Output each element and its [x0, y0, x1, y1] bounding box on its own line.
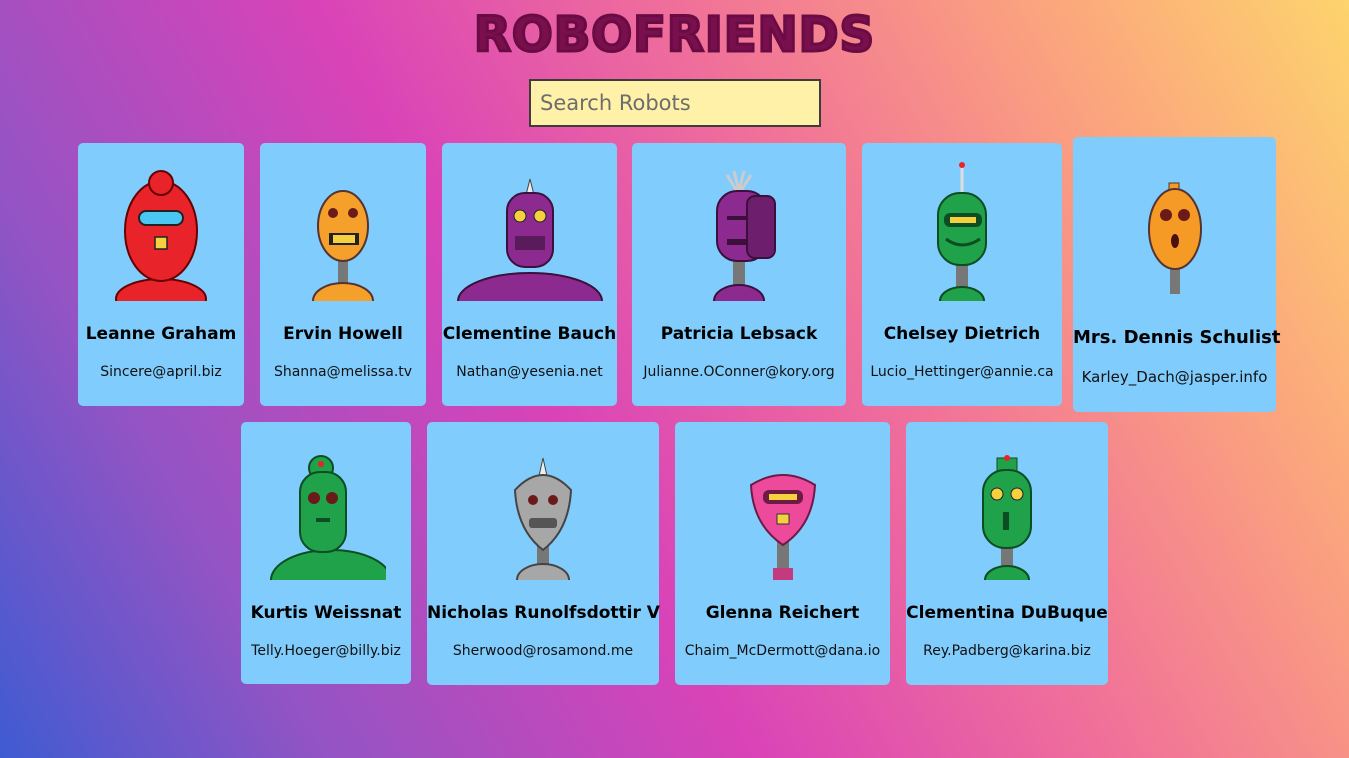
robot-body	[115, 278, 207, 301]
robot-card[interactable]: Nicholas Runolfsdottir V Sherwood@rosamo…	[427, 422, 660, 685]
robot-name: Kurtis Weissnat	[250, 603, 402, 623]
robot-card[interactable]: Kurtis Weissnat Telly.Hoeger@billy.biz	[241, 422, 411, 684]
robot-avatar-icon	[270, 455, 386, 580]
robot-email: Rey.Padberg@karina.biz	[923, 643, 1091, 659]
robot-name: Clementine Bauch	[442, 324, 617, 344]
robot-email: Sincere@april.biz	[100, 364, 222, 380]
robot-card[interactable]: Chelsey Dietrich Lucio_Hettinger@annie.c…	[862, 143, 1062, 406]
robot-card[interactable]: Clementina DuBuque Rey.Padberg@karina.bi…	[906, 422, 1108, 685]
robot-avatar-icon	[312, 190, 374, 301]
robot-avatar-icon	[713, 170, 776, 301]
robot-card[interactable]: Leanne Graham Sincere@april.biz	[78, 143, 244, 406]
robot-name: Patricia Lebsack	[660, 324, 818, 344]
robot-avatar-icon	[749, 474, 816, 580]
robot-name: Mrs. Dennis Schulist	[1073, 327, 1281, 348]
robot-name: Glenna Reichert	[705, 603, 860, 623]
robot-email: Lucio_Hettinger@annie.ca	[870, 364, 1054, 380]
robot-email: Telly.Hoeger@billy.biz	[251, 643, 401, 659]
robot-email: Nathan@yesenia.net	[456, 364, 603, 380]
robot-name: Ervin Howell	[283, 324, 403, 344]
robot-email: Chaim_McDermott@dana.io	[684, 643, 881, 659]
robot-name: Clementina DuBuque	[906, 603, 1108, 623]
robot-card[interactable]: Clementine Bauch Nathan@yesenia.net	[442, 143, 617, 406]
search-input[interactable]: Search Robots	[529, 79, 821, 127]
robot-avatar-icon	[937, 162, 987, 301]
robot-card[interactable]: Ervin Howell Shanna@melissa.tv	[260, 143, 426, 406]
robot-card[interactable]: Glenna Reichert Chaim_McDermott@dana.io	[675, 422, 890, 685]
robot-email: Karley_Dach@jasper.info	[1081, 368, 1268, 386]
robot-avatar-icon	[513, 457, 573, 580]
robot-email: Shanna@melissa.tv	[273, 364, 413, 380]
robot-name: Nicholas Runolfsdottir V	[427, 603, 660, 623]
robot-name: Leanne Graham	[85, 324, 237, 344]
page-title: ROBOFRIENDS	[472, 6, 876, 65]
robot-avatar-icon	[1147, 182, 1202, 294]
robot-avatar-icon	[456, 178, 603, 301]
robot-email: Sherwood@rosamond.me	[452, 643, 634, 659]
robot-email: Julianne.OConner@kory.org	[643, 364, 835, 380]
robot-card[interactable]: Mrs. Dennis Schulist Karley_Dach@jasper.…	[1073, 137, 1281, 412]
robot-name: Chelsey Dietrich	[883, 324, 1041, 344]
robot-card[interactable]: Patricia Lebsack Julianne.OConner@kory.o…	[632, 143, 846, 406]
robot-avatar-icon	[115, 170, 207, 301]
robot-avatar-icon	[982, 455, 1032, 580]
